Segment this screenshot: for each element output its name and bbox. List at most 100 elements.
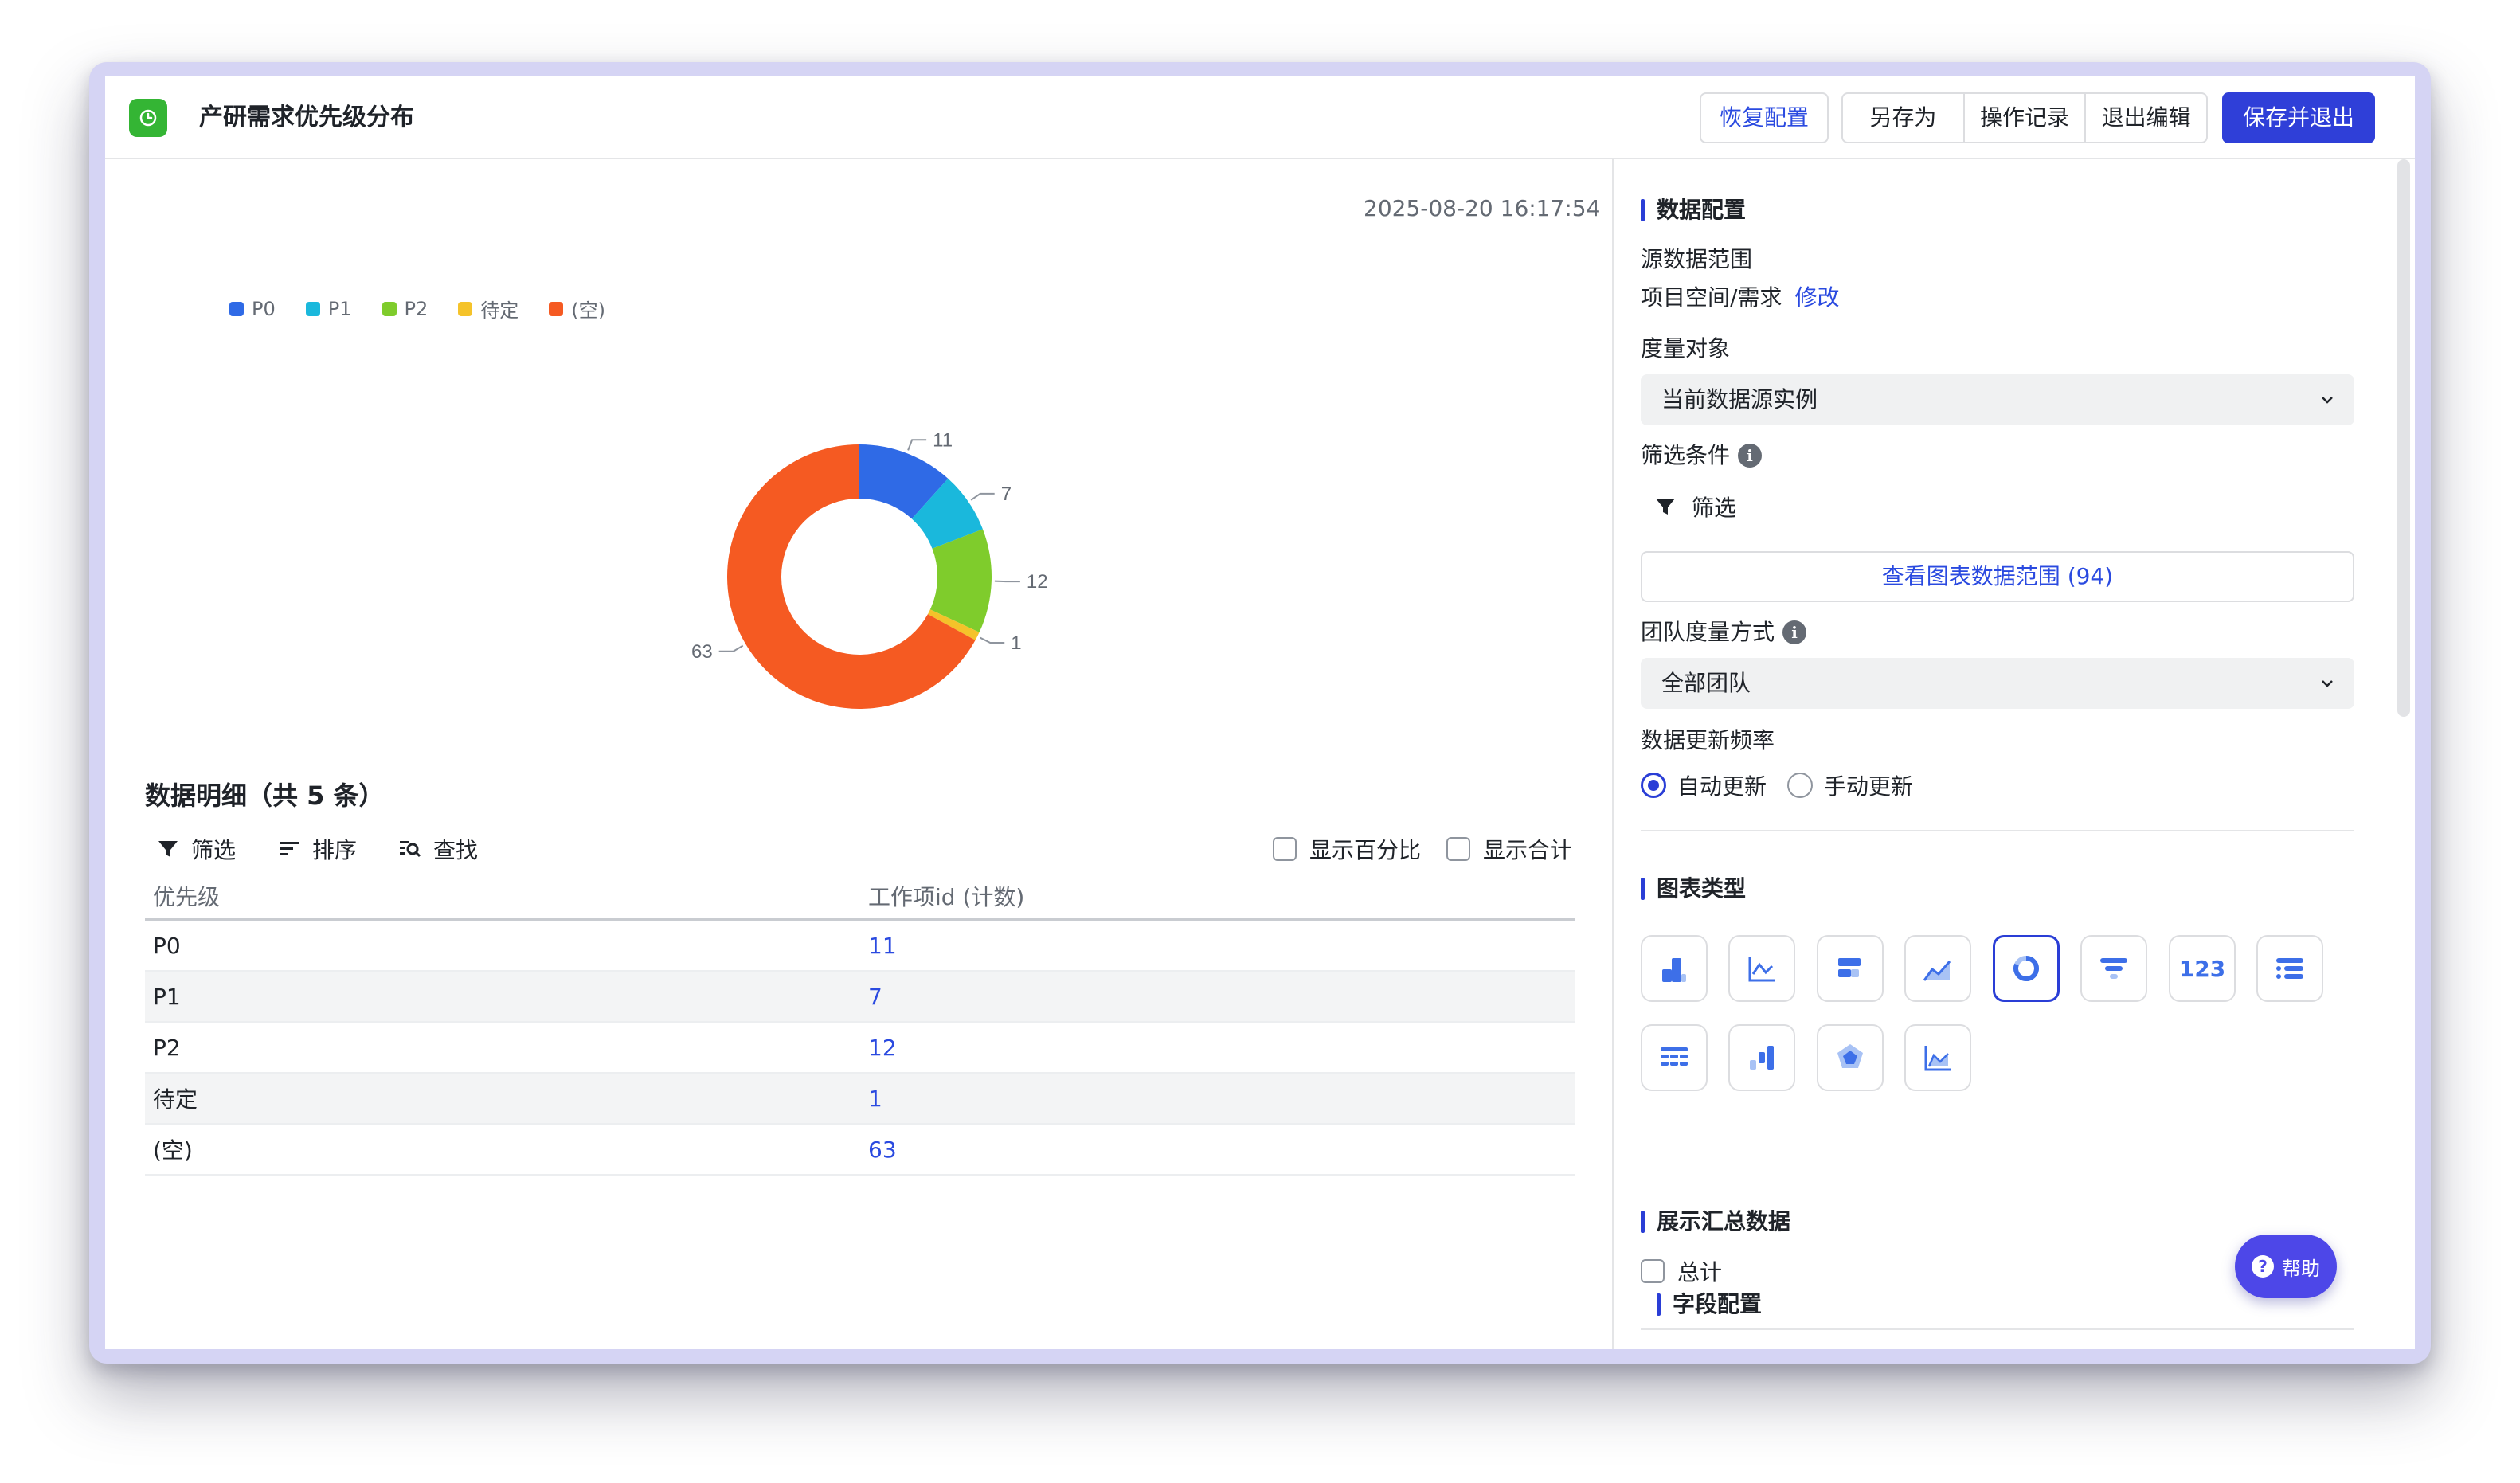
action-button-group: 另存为 操作记录 退出编辑	[1841, 92, 2208, 143]
table-cell-link[interactable]: 12	[860, 1035, 1575, 1061]
table-cell: 待定	[153, 1086, 198, 1113]
auto-update-label: 自动更新	[1677, 773, 1767, 800]
radio-circle[interactable]	[1787, 773, 1814, 798]
chart-preview-pane: 2025-08-20 16:17:54 P0 P1 P2 待定 (空) 11 7 1…	[105, 159, 1614, 1349]
source-range-text: 项目空间/需求	[1641, 284, 1782, 311]
checkbox-box[interactable]	[1446, 837, 1470, 861]
exit-edit-button[interactable]: 退出编辑	[2086, 94, 2206, 142]
checkbox-box[interactable]	[1272, 837, 1297, 861]
table-cell-link[interactable]: 7	[860, 984, 1575, 1010]
auto-update-radio[interactable]: 自动更新	[1641, 769, 1767, 801]
chart-type-number[interactable]: 123	[2169, 935, 2236, 1002]
table-toolbar: 筛选 排序 查找	[156, 833, 478, 865]
show-total-label: 显示合计	[1482, 837, 1572, 863]
donut-chart-icon	[2013, 956, 2039, 981]
chart-type-donut[interactable]	[1993, 935, 2060, 1002]
column-header-priority[interactable]: 优先级	[145, 880, 860, 912]
page-title: 产研需求优先级分布	[199, 104, 414, 131]
help-label: 帮助	[2282, 1257, 2320, 1280]
table-cell-link[interactable]: 1	[860, 1086, 1575, 1112]
data-label-leader	[718, 644, 744, 652]
legend-swatch	[382, 301, 397, 316]
chart-type-table[interactable]	[1641, 1024, 1708, 1091]
update-frequency-radio-group: 自动更新 手动更新	[1641, 769, 1913, 801]
help-icon: ?	[2252, 1255, 2274, 1278]
chart-type-line[interactable]	[1728, 935, 1795, 1002]
show-percent-label: 显示百分比	[1309, 837, 1421, 863]
data-label-1: 7	[1001, 483, 1012, 505]
line-chart-icon	[1748, 957, 1775, 982]
data-label-4: 63	[691, 641, 713, 663]
chart-type-area-line[interactable]	[1904, 1024, 1971, 1091]
legend-swatch	[229, 301, 244, 316]
total-checkbox[interactable]: 总计	[1641, 1255, 1722, 1287]
legend-label: P1	[327, 297, 352, 320]
table-cell: (空)	[153, 1137, 193, 1164]
filter-icon	[1656, 499, 1675, 515]
legend-swatch	[458, 301, 473, 316]
data-label-leader	[970, 492, 995, 501]
save-and-exit-button[interactable]: 保存并退出	[2222, 92, 2375, 143]
info-icon[interactable]: i	[1738, 444, 1763, 468]
sort-button[interactable]: 排序	[277, 833, 357, 865]
find-button[interactable]: 查找	[398, 833, 478, 865]
show-total-checkbox[interactable]: 显示合计	[1446, 833, 1572, 865]
manual-update-label: 手动更新	[1824, 773, 1914, 800]
chart-type-list[interactable]	[2256, 935, 2323, 1002]
help-pill[interactable]: ? 帮助	[2235, 1235, 2337, 1298]
app-frame: 产研需求优先级分布 恢复配置 另存为 操作记录 退出编辑 保存并退出 2025-…	[105, 76, 2415, 1349]
table-row: P0 11	[145, 921, 1575, 972]
chart-type-area[interactable]	[1904, 935, 1971, 1002]
edit-source-link[interactable]: 修改	[1794, 284, 1839, 311]
sort-icon	[280, 842, 299, 855]
section-divider	[1641, 1328, 2354, 1330]
info-icon[interactable]: i	[1782, 620, 1807, 644]
table-cell-link[interactable]: 63	[860, 1137, 1575, 1163]
history-button[interactable]: 操作记录	[1965, 94, 2087, 142]
data-detail-title: 数据明细（共 5 条）	[145, 781, 385, 811]
save-as-button[interactable]: 另存为	[1843, 94, 1965, 142]
measure-object-value: 当前数据源实例	[1661, 386, 1818, 413]
show-percent-checkbox[interactable]: 显示百分比	[1272, 833, 1421, 865]
help-button[interactable]: ? 帮助	[2235, 1235, 2337, 1298]
data-table: 优先级 工作项id (计数) P0 11 P1 7 P2 12 待定 1 (空) 63	[145, 873, 1575, 1176]
table-cell-link[interactable]: 11	[860, 933, 1575, 959]
team-measure-select[interactable]: 全部团队	[1641, 658, 2354, 709]
add-filter-button[interactable]: 筛选	[1653, 491, 1736, 522]
chart-type-bar-stacked[interactable]	[1641, 935, 1708, 1002]
column-header-count[interactable]: 工作项id (计数)	[860, 880, 1575, 912]
measure-object-select[interactable]: 当前数据源实例	[1641, 374, 2354, 425]
data-label-2: 12	[1027, 571, 1048, 593]
table-row: P1 7	[145, 972, 1575, 1023]
list-chart-icon	[2276, 958, 2303, 979]
filter-condition-label: 筛选条件 i	[1641, 441, 1763, 470]
table-row: 待定 1	[145, 1074, 1575, 1125]
restore-config-button[interactable]: 恢复配置	[1700, 92, 1829, 143]
radio-circle-selected[interactable]	[1641, 773, 1666, 798]
manual-update-radio[interactable]: 手动更新	[1787, 769, 1913, 801]
table-cell: P2	[153, 1034, 181, 1061]
table-cell: P0	[153, 932, 181, 959]
chart-type-radar[interactable]	[1817, 1024, 1884, 1091]
data-label-leader	[980, 636, 1005, 644]
area-chart-icon	[1923, 961, 1951, 981]
chart-type-heading: 图表类型	[1641, 875, 1746, 903]
find-icon	[400, 841, 421, 858]
chart-type-horizontal-bar[interactable]	[1817, 935, 1884, 1002]
app-logo-icon	[129, 99, 167, 137]
table-header: 优先级 工作项id (计数)	[145, 873, 1575, 921]
checkbox-box[interactable]	[1641, 1259, 1665, 1283]
config-panel: 数据配置 源数据范围 项目空间/需求 修改 度量对象 当前数据源实例 筛选条件 i …	[1615, 159, 2415, 1349]
chart-type-funnel[interactable]	[2080, 935, 2147, 1002]
add-filter-label: 筛选	[1692, 495, 1737, 521]
filter-label: 筛选	[191, 837, 237, 863]
app-window: 产研需求优先级分布 恢复配置 另存为 操作记录 退出编辑 保存并退出 2025-…	[89, 62, 2431, 1364]
filter-button[interactable]: 筛选	[156, 833, 236, 865]
donut-chart: 11 7 12 1 63	[691, 429, 1048, 709]
source-range-label-text: 源数据范围	[1641, 246, 1753, 272]
data-label-0: 11	[933, 429, 953, 451]
chart-type-waterfall[interactable]	[1728, 1024, 1795, 1091]
view-chart-data-range-button[interactable]: 查看图表数据范围 (94)	[1641, 551, 2354, 602]
team-measure-label: 团队度量方式 i	[1641, 618, 1807, 647]
config-panel-scrollbar[interactable]	[2397, 159, 2410, 717]
